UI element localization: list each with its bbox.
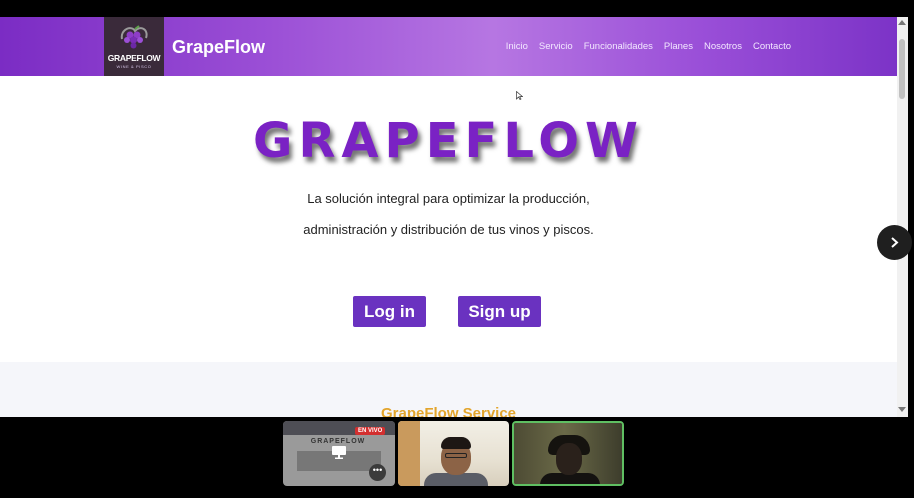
- live-badge: EN VIVO: [355, 427, 386, 435]
- video-background: [398, 421, 420, 486]
- grapes-logo-icon: [120, 25, 148, 49]
- cursor-icon: [516, 91, 523, 100]
- scroll-down-icon[interactable]: [898, 407, 906, 412]
- login-button[interactable]: Log in: [353, 296, 426, 327]
- nav-servicio[interactable]: Servicio: [539, 41, 573, 52]
- participant-head: [556, 443, 582, 475]
- nav-contacto[interactable]: Contacto: [753, 41, 791, 52]
- services-section: GrapeFlow Service: [0, 362, 897, 417]
- participant-glasses: [445, 453, 467, 458]
- shared-webpage: GRAPEFLOW WINE & PISCO GrapeFlow Inicio …: [0, 17, 897, 417]
- logo-subtext: WINE & PISCO: [116, 64, 152, 69]
- hero-tagline-line1: La solución integral para optimizar la p…: [307, 191, 590, 206]
- navbar: GRAPEFLOW WINE & PISCO GrapeFlow Inicio …: [0, 17, 897, 76]
- nav-funcionalidades[interactable]: Funcionalidades: [584, 41, 653, 52]
- hero-tagline-line2: administración y distribución de tus vin…: [303, 222, 594, 237]
- presentation-icon: [332, 446, 346, 459]
- nav-planes[interactable]: Planes: [664, 41, 693, 52]
- active-speaker-video-tile[interactable]: [512, 421, 624, 486]
- scroll-up-icon[interactable]: [898, 20, 906, 25]
- participant-video-tile[interactable]: [398, 421, 509, 486]
- signup-button[interactable]: Sign up: [458, 296, 541, 327]
- logo-text: GRAPEFLOW: [107, 53, 161, 63]
- meeting-screen: GRAPEFLOW WINE & PISCO GrapeFlow Inicio …: [0, 0, 914, 498]
- participant-hair: [441, 437, 471, 449]
- hero-title: GRAPEFLOW: [253, 113, 644, 169]
- share-thumbnail-title: GRAPEFLOW: [310, 438, 366, 445]
- next-slide-button[interactable]: [877, 225, 912, 260]
- scroll-thumb[interactable]: [899, 39, 905, 99]
- nav-inicio[interactable]: Inicio: [506, 41, 528, 52]
- screen-share-tile[interactable]: GRAPEFLOW EN VIVO •••: [283, 421, 395, 486]
- main-nav: Inicio Servicio Funcionalidades Planes N…: [506, 41, 791, 52]
- more-icon[interactable]: •••: [369, 464, 386, 481]
- chevron-right-icon: [891, 237, 899, 248]
- page-scrollbar[interactable]: [897, 17, 908, 417]
- nav-nosotros[interactable]: Nosotros: [704, 41, 742, 52]
- brand-name[interactable]: GrapeFlow: [172, 37, 265, 58]
- site-logo[interactable]: GRAPEFLOW WINE & PISCO: [104, 17, 164, 76]
- services-section-title: GrapeFlow Service: [380, 405, 517, 417]
